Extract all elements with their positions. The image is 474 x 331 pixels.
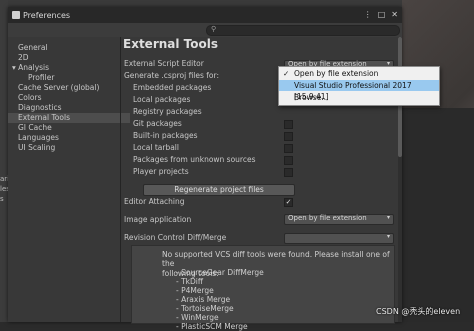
sidebar-item-label: External Tools [18, 113, 70, 122]
vcs-tool-item: - P4Merge [176, 286, 214, 295]
window-title: Preferences [23, 10, 71, 20]
sidebar-item-colors[interactable]: Colors [8, 93, 130, 103]
sidebar-item-analysis[interactable]: ▾ Analysis [8, 63, 124, 73]
editor-attaching-label: Editor Attaching [124, 197, 185, 206]
csproj-option-label: Embedded packages [133, 83, 212, 92]
vcs-message-line: No supported VCS diff tools were found. … [162, 250, 390, 269]
sidebar-item-label: Diagnostics [18, 103, 62, 112]
sidebar-item-cache-server[interactable]: Cache Server (global) [8, 83, 130, 93]
vcs-tool-item: - PlasticSCM Merge [176, 322, 248, 331]
close-icon[interactable]: ✕ [391, 10, 398, 19]
editor-attaching-checkbox[interactable]: ✓ [284, 198, 293, 207]
title-bar[interactable]: Preferences ⋮ □ ✕ [8, 7, 402, 23]
menu-item-label: Open by file extension [294, 69, 379, 78]
menu-item-browse[interactable]: Browse... [279, 92, 439, 103]
page-title: External Tools [123, 37, 218, 51]
sidebar-item-label: Languages [18, 133, 59, 142]
sidebar-item-2d[interactable]: 2D [8, 53, 130, 63]
csproj-option-label: Local tarball [133, 143, 179, 152]
maximize-icon[interactable]: □ [378, 10, 386, 19]
sidebar: General 2D ▾ Analysis Profiler Cache Ser… [8, 37, 130, 322]
chevron-down-icon: ▾ [386, 214, 390, 221]
sidebar-item-label: Profiler [28, 73, 55, 82]
csproj-option-label: Player projects [133, 167, 189, 176]
menu-item-label: Browse... [294, 93, 329, 102]
script-editor-label: External Script Editor [124, 59, 204, 68]
csproj-label: Generate .csproj files for: [124, 71, 219, 80]
check-icon: ✓ [283, 69, 290, 78]
csproj-checkbox-git[interactable] [284, 120, 293, 129]
sidebar-item-label: 2D [18, 53, 29, 62]
image-application-label: Image application [124, 215, 192, 224]
left-panel-text: s [0, 195, 4, 203]
check-icon: ✓ [285, 198, 292, 206]
sidebar-item-label: Cache Server (global) [18, 83, 100, 92]
more-options-icon[interactable]: ⋮ [364, 10, 372, 19]
csproj-option-label: Local packages [133, 95, 191, 104]
sidebar-item-languages[interactable]: Languages [8, 133, 130, 143]
csproj-checkbox-player[interactable] [284, 168, 293, 177]
sidebar-item-general[interactable]: General [8, 43, 130, 53]
sidebar-item-diagnostics[interactable]: Diagnostics [8, 103, 130, 113]
vcs-dropdown[interactable]: ▾ [284, 233, 394, 244]
regenerate-project-files-button[interactable]: Regenerate project files [143, 184, 295, 196]
vcs-tool-item: - Araxis Merge [176, 295, 231, 304]
preferences-window: Preferences ⋮ □ ✕ ⚲ General 2D ▾ Analysi… [8, 7, 402, 331]
editor-left-panel: aria les s [0, 0, 13, 322]
csproj-option-label: Packages from unknown sources [133, 155, 256, 164]
menu-item-open-by-file-extension[interactable]: ✓ Open by file extension [279, 68, 439, 79]
search-input[interactable]: ⚲ [206, 25, 400, 36]
search-bar: ⚲ [8, 23, 402, 37]
sidebar-item-external-tools[interactable]: External Tools [8, 113, 130, 123]
csproj-option-label: Git packages [133, 119, 182, 128]
sidebar-item-label: ▾ Analysis [12, 63, 50, 72]
sidebar-item-label: GI Cache [18, 123, 52, 132]
script-editor-popup-menu: ✓ Open by file extension Visual Studio P… [278, 66, 440, 106]
image-application-dropdown[interactable]: Open by file extension ▾ [284, 214, 394, 225]
vcs-tool-item: - SourceGear DiffMerge [176, 268, 264, 277]
watermark: CSDN @秃头的eleven [376, 307, 461, 316]
vcs-tool-item: - WinMerge [176, 313, 219, 322]
scene-view-lower [402, 108, 474, 322]
vcs-message-box: No supported VCS diff tools were found. … [131, 245, 395, 331]
sidebar-item-gi-cache[interactable]: GI Cache [8, 123, 130, 133]
image-application-value: Open by file extension [288, 214, 367, 222]
preferences-icon [12, 11, 20, 19]
vcs-tool-item: - TortoiseMerge [176, 304, 234, 313]
csproj-option-label: Registry packages [133, 107, 202, 116]
menu-item-visual-studio-2017[interactable]: Visual Studio Professional 2017 [15.9.41… [279, 80, 439, 101]
sidebar-item-label: General [18, 43, 48, 52]
search-icon: ⚲ [211, 25, 217, 33]
csproj-option-label: Built-in packages [133, 131, 198, 140]
vcs-tool-item: - TkDiff [176, 277, 204, 286]
chevron-down-icon: ▾ [386, 233, 390, 240]
csproj-checkbox-unknown[interactable] [284, 156, 293, 165]
sidebar-item-label: UI Scaling [18, 143, 56, 152]
csproj-checkbox-builtin[interactable] [284, 132, 293, 141]
sidebar-item-label: Colors [18, 93, 42, 102]
csproj-checkbox-local-tarball[interactable] [284, 144, 293, 153]
sidebar-item-ui-scaling[interactable]: UI Scaling [8, 143, 130, 153]
vcs-label: Revision Control Diff/Merge [124, 233, 227, 242]
